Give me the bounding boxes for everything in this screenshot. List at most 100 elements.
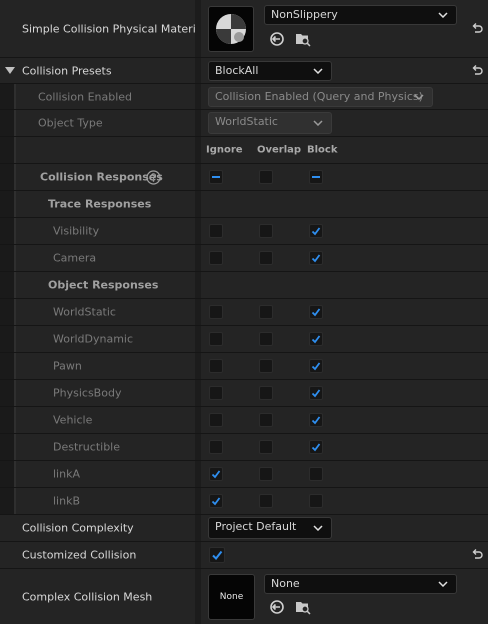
reset-to-default-icon[interactable] (470, 22, 484, 36)
ignore-checkbox[interactable] (209, 440, 223, 454)
ignore-checkbox[interactable] (209, 386, 223, 400)
label-cell: Pawn (16, 353, 195, 379)
overlap-checkbox[interactable] (259, 251, 273, 265)
ignore-checkbox[interactable] (209, 251, 223, 265)
response-channel-label: Camera (53, 251, 97, 265)
use-selected-icon[interactable] (269, 31, 285, 47)
block-checkbox[interactable] (309, 305, 323, 319)
ignore-checkbox[interactable] (209, 305, 223, 319)
physical-material-value: NonSlippery (271, 8, 338, 21)
value-cell (201, 299, 488, 325)
label-cell: Customized Collision (0, 542, 195, 568)
physical-material-label: Simple Collision Physical Material (22, 22, 206, 35)
overlap-checkbox[interactable] (259, 359, 273, 373)
block-checkbox[interactable] (309, 332, 323, 346)
response-channel-label: WorldDynamic (53, 332, 134, 346)
ignore-checkbox[interactable] (209, 467, 223, 481)
object-responses-header-row: Object Responses (0, 272, 488, 299)
expand-arrow-icon[interactable] (5, 67, 15, 75)
label-cell: Collision Complexity (0, 515, 195, 541)
overlap-checkbox[interactable] (259, 332, 273, 346)
material-thumbnail[interactable] (208, 6, 254, 52)
value-cell (201, 272, 488, 298)
trace-responses-header: Trace Responses (48, 197, 152, 211)
response-row: PhysicsBody (0, 380, 488, 407)
collision-complexity-value: Project Default (215, 520, 297, 533)
customized-collision-checkbox[interactable] (209, 547, 225, 563)
value-cell (201, 326, 488, 352)
block-all-checkbox[interactable] (309, 170, 323, 184)
help-icon[interactable] (146, 170, 161, 185)
reset-to-default-icon[interactable] (470, 548, 484, 562)
checkmark-icon (311, 389, 321, 398)
checkmark-icon (211, 497, 221, 506)
overlap-checkbox[interactable] (259, 224, 273, 238)
overlap-checkbox[interactable] (259, 305, 273, 319)
chevron-down-icon (414, 93, 424, 100)
collision-enabled-value: Collision Enabled (Query and Physics) (215, 89, 423, 103)
object-type-row: Object Type WorldStatic (0, 110, 488, 137)
overlap-checkbox[interactable] (259, 467, 273, 481)
collision-complexity-row: Collision Complexity Project Default (0, 515, 488, 542)
label-cell: Object Type (16, 110, 195, 136)
overlap-all-checkbox[interactable] (259, 170, 273, 184)
chevron-down-icon (313, 525, 323, 531)
ignore-checkbox[interactable] (209, 332, 223, 346)
block-checkbox[interactable] (309, 413, 323, 427)
object-type-combo[interactable]: WorldStatic (208, 112, 332, 134)
label-cell: PhysicsBody (16, 380, 195, 406)
object-type-value: WorldStatic (215, 115, 278, 128)
checkmark-icon (311, 308, 321, 317)
overlap-checkbox[interactable] (259, 494, 273, 508)
value-cell: Project Default (201, 515, 488, 541)
label-cell: Simple Collision Physical Material (0, 0, 206, 57)
response-channel-label: linkA (53, 467, 80, 481)
value-cell (201, 353, 488, 379)
value-cell (201, 218, 488, 244)
value-cell: BlockAll (201, 58, 488, 83)
collision-responses-row: Collision Responses (0, 164, 488, 191)
browse-folder-icon[interactable] (295, 31, 311, 47)
reset-to-default-icon[interactable] (470, 64, 484, 78)
block-checkbox[interactable] (309, 467, 323, 481)
complex-collision-mesh-label: Complex Collision Mesh (22, 590, 153, 603)
use-selected-icon[interactable] (269, 599, 285, 615)
collision-enabled-combo[interactable]: Collision Enabled (Query and Physics) (208, 86, 433, 107)
response-channel-label: Pawn (53, 359, 82, 373)
label-cell: Complex Collision Mesh (0, 569, 195, 624)
ignore-all-checkbox[interactable] (209, 170, 223, 184)
overlap-checkbox[interactable] (259, 386, 273, 400)
ignore-checkbox[interactable] (209, 494, 223, 508)
block-checkbox[interactable] (309, 440, 323, 454)
ignore-checkbox[interactable] (209, 224, 223, 238)
response-channel-label: Visibility (53, 224, 100, 238)
checkmark-icon (211, 470, 221, 479)
mesh-thumbnail[interactable]: None (208, 574, 255, 620)
block-checkbox[interactable] (309, 359, 323, 373)
value-cell: NonSlippery (201, 0, 488, 57)
block-column-header: Block (307, 144, 338, 156)
ignore-checkbox[interactable] (209, 359, 223, 373)
block-checkbox[interactable] (309, 251, 323, 265)
response-row: linkB (0, 488, 488, 515)
customized-collision-label: Customized Collision (22, 548, 137, 562)
ignore-checkbox[interactable] (209, 413, 223, 427)
physical-material-combo[interactable]: NonSlippery (264, 5, 457, 25)
label-cell: linkB (16, 488, 195, 514)
label-cell: WorldStatic (16, 299, 195, 325)
collision-complexity-combo[interactable]: Project Default (208, 517, 332, 539)
block-checkbox[interactable] (309, 386, 323, 400)
response-row: Pawn (0, 353, 488, 380)
block-checkbox[interactable] (309, 224, 323, 238)
response-channel-label: PhysicsBody (53, 386, 122, 400)
response-channel-label: WorldStatic (53, 305, 116, 319)
collision-complexity-label: Collision Complexity (22, 521, 134, 535)
chevron-down-icon (438, 581, 448, 587)
complex-collision-mesh-combo[interactable]: None (264, 574, 457, 594)
collision-presets-combo[interactable]: BlockAll (208, 60, 332, 81)
response-row: Vehicle (0, 407, 488, 434)
block-checkbox[interactable] (309, 494, 323, 508)
browse-folder-icon[interactable] (295, 599, 311, 615)
overlap-checkbox[interactable] (259, 413, 273, 427)
overlap-checkbox[interactable] (259, 440, 273, 454)
